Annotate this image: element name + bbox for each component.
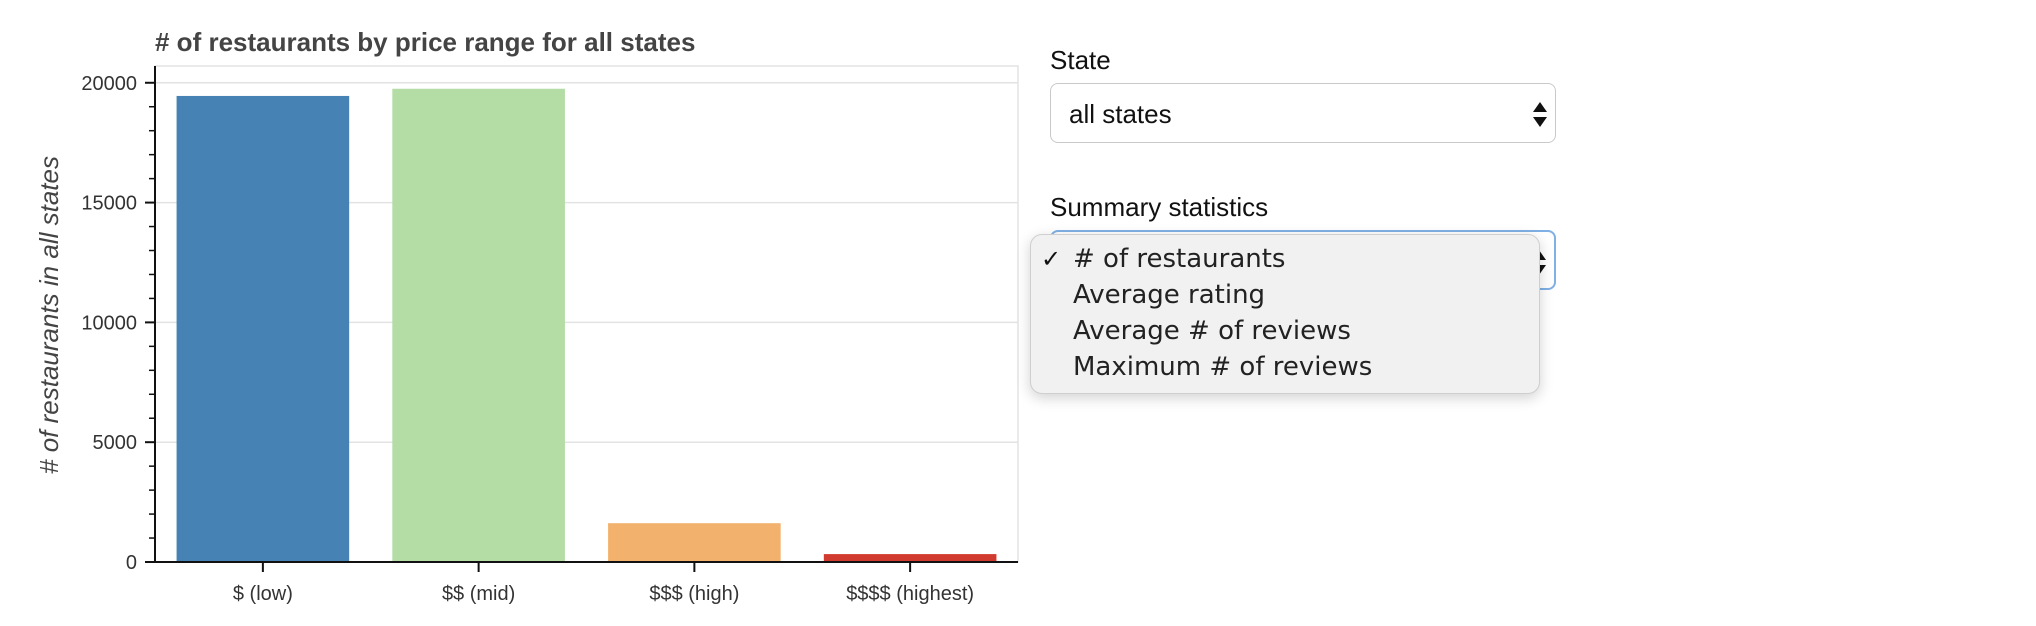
state-label: State — [1050, 45, 1111, 75]
dropdown-option-average-reviews[interactable]: Average # of reviews — [1073, 314, 1351, 348]
state-select-value: all states — [1069, 99, 1172, 129]
x-tick-label: $$ (mid) — [442, 583, 515, 605]
bar-chart: # of restaurants by price range for all … — [34, 27, 1019, 605]
summary-statistics-dropdown: ✓ # of restaurants Average rating Averag… — [1030, 234, 1540, 394]
bar-3 — [608, 523, 781, 562]
chart-title: # of restaurants by price range for all … — [155, 27, 695, 57]
x-tick-label: $$$ (high) — [649, 583, 739, 605]
bar-1 — [176, 95, 350, 562]
dropdown-option-restaurants[interactable]: # of restaurants — [1073, 242, 1285, 276]
y-tick-label: 15000 — [81, 193, 137, 215]
bar-2 — [392, 88, 565, 563]
y-tick-label: 0 — [126, 552, 137, 574]
checkmark-icon: ✓ — [1041, 245, 1062, 273]
y-tick-label: 20000 — [81, 73, 137, 95]
y-tick-label: 10000 — [81, 312, 137, 334]
bar-4 — [823, 554, 997, 562]
y-axis-label: # of restaurants in all states — [34, 156, 64, 474]
summary-statistics-label: Summary statistics — [1050, 192, 1269, 222]
y-tick-label: 5000 — [93, 432, 138, 454]
x-tick-label: $ (low) — [233, 583, 293, 605]
state-select[interactable]: all states — [1050, 83, 1556, 143]
dropdown-option-average-rating[interactable]: Average rating — [1073, 278, 1265, 312]
select-arrows-icon — [1533, 102, 1547, 128]
dropdown-option-maximum-reviews[interactable]: Maximum # of reviews — [1073, 350, 1372, 384]
x-tick-label: $$$$ (highest) — [846, 583, 974, 605]
